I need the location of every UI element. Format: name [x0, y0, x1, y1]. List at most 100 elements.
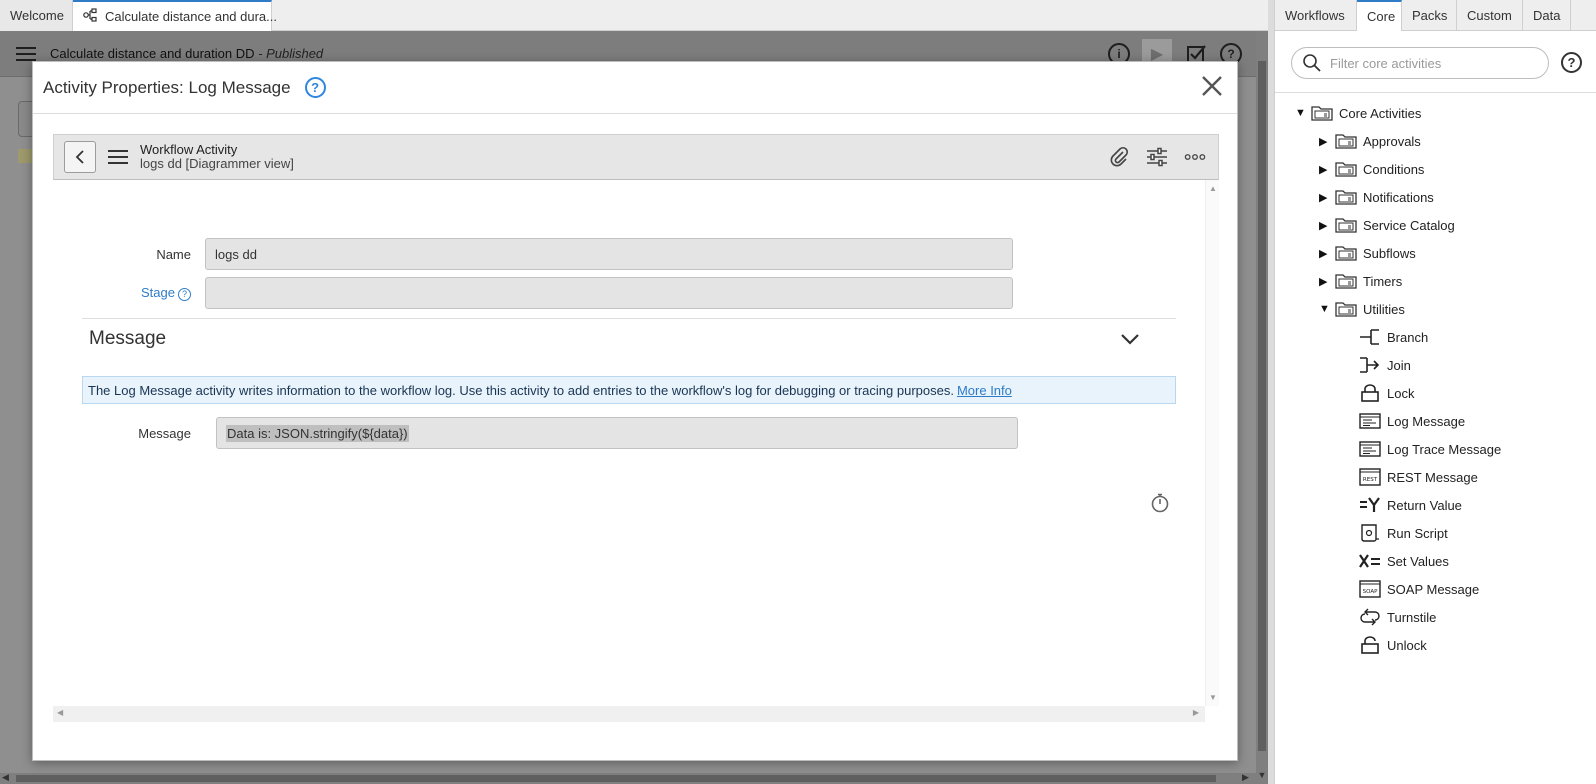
collapsed-arrow-icon[interactable]: ▶: [1319, 135, 1331, 148]
turnstile-icon: [1359, 608, 1381, 626]
form-title: Workflow Activity: [140, 142, 238, 157]
tab-core[interactable]: Core: [1357, 0, 1402, 31]
folder-icon: [1335, 217, 1357, 233]
form-toolbar: [1108, 145, 1206, 169]
tree-folder-subflows[interactable]: ▶ Subflows: [1319, 242, 1416, 264]
activity-set-values[interactable]: Set Values: [1359, 550, 1449, 572]
activity-log-message[interactable]: Log Message: [1359, 410, 1465, 432]
filter-search: [1291, 47, 1549, 79]
workflow-title: Calculate distance and duration DD - Pub…: [50, 46, 324, 61]
name-row: Name logs dd: [53, 238, 1013, 270]
stage-field[interactable]: [205, 277, 1013, 309]
scroll-up-icon[interactable]: ▲: [1209, 184, 1217, 193]
help-icon[interactable]: ?: [304, 77, 326, 98]
activity-join[interactable]: Join: [1359, 354, 1411, 376]
tree-label: Subflows: [1363, 245, 1416, 261]
activity-turnstile[interactable]: Turnstile: [1359, 606, 1436, 628]
tab-custom[interactable]: Custom: [1457, 0, 1523, 31]
log-trace-icon: [1359, 440, 1381, 458]
svg-text:REST: REST: [1363, 477, 1378, 483]
activity-branch[interactable]: Branch: [1359, 326, 1428, 348]
form-menu-icon[interactable]: [108, 146, 128, 168]
tree-folder-notifications[interactable]: ▶ Notifications: [1319, 186, 1434, 208]
stage-label[interactable]: Stage?: [53, 285, 205, 301]
tree-folder-approvals[interactable]: ▶ Approvals: [1319, 130, 1421, 152]
activity-rest-message[interactable]: REST REST Message: [1359, 466, 1478, 488]
form-vertical-scrollbar[interactable]: ▲ ▼: [1205, 180, 1219, 706]
join-icon: [1359, 356, 1381, 374]
tab-packs[interactable]: Packs: [1402, 0, 1457, 31]
activity-soap-message[interactable]: SOAP SOAP Message: [1359, 578, 1479, 600]
canvas-vertical-scrollbar[interactable]: ▼: [1256, 31, 1268, 784]
form-titles: Workflow Activity logs dd [Diagrammer vi…: [140, 143, 294, 171]
collapsed-arrow-icon[interactable]: ▶: [1319, 247, 1331, 260]
activity-log-trace-message[interactable]: Log Trace Message: [1359, 438, 1501, 460]
collapsed-arrow-icon[interactable]: ▶: [1319, 219, 1331, 232]
info-message: The Log Message activity writes informat…: [82, 376, 1176, 404]
activities-panel: Workflows Core Packs Custom Data ? ▼ Cor…: [1274, 0, 1596, 784]
close-icon[interactable]: [1201, 70, 1223, 102]
scroll-right-icon[interactable]: ▶: [1242, 772, 1249, 783]
search-icon: [1302, 53, 1322, 73]
timer-icon[interactable]: [1149, 492, 1171, 514]
stage-row: Stage?: [53, 277, 1013, 309]
activity-lock[interactable]: Lock: [1359, 382, 1414, 404]
tree-folder-timers[interactable]: ▶ Timers: [1319, 270, 1402, 292]
folder-icon: [1335, 133, 1357, 149]
chevron-down-icon[interactable]: [1117, 326, 1143, 352]
soap-icon: SOAP: [1359, 580, 1381, 598]
canvas-horizontal-scrollbar[interactable]: ◀ ▶: [0, 772, 1256, 784]
scroll-down-icon[interactable]: ▼: [1256, 770, 1268, 780]
personalize-form-icon[interactable]: [1146, 145, 1168, 169]
form-subtitle: logs dd [Diagrammer view]: [140, 156, 294, 171]
set-values-icon: [1359, 552, 1381, 570]
scroll-right-icon[interactable]: ▶: [1193, 708, 1199, 717]
folder-icon: [1335, 301, 1357, 317]
svg-text:SOAP: SOAP: [1363, 589, 1378, 595]
folder-icon: [1335, 161, 1357, 177]
more-options-icon[interactable]: [1184, 145, 1206, 169]
attachment-icon[interactable]: [1108, 145, 1130, 169]
name-label: Name: [156, 246, 191, 262]
tab-label: Calculate distance and dura...: [105, 9, 277, 24]
help-icon[interactable]: ?: [1561, 52, 1582, 73]
more-info-link[interactable]: More Info: [957, 383, 1012, 398]
message-field[interactable]: Data is: JSON.stringify(${data}): [216, 417, 1018, 449]
expanded-arrow-icon[interactable]: ▼: [1319, 303, 1331, 315]
panel-tab-bar: Workflows Core Packs Custom Data: [1275, 0, 1596, 31]
dialog-header: Activity Properties: Log Message ?: [33, 62, 1237, 114]
tree-folder-conditions[interactable]: ▶ Conditions: [1319, 158, 1424, 180]
scroll-down-icon[interactable]: ▼: [1209, 693, 1217, 702]
collapsed-arrow-icon[interactable]: ▶: [1319, 163, 1331, 176]
tree-root-core-activities[interactable]: ▼ Core Activities: [1295, 102, 1421, 124]
panel-divider: [1275, 92, 1596, 93]
collapsed-arrow-icon[interactable]: ▶: [1319, 191, 1331, 204]
activity-run-script[interactable]: Run Script: [1359, 522, 1448, 544]
folder-icon: [1311, 105, 1333, 121]
collapsed-arrow-icon[interactable]: ▶: [1319, 275, 1331, 288]
message-row: Message Data is: JSON.stringify(${data}): [53, 417, 1018, 449]
tab-workflow[interactable]: Calculate distance and dura...: [73, 0, 277, 31]
search-input[interactable]: [1328, 54, 1538, 72]
tree-label: Timers: [1363, 273, 1403, 289]
tree-folder-service-catalog[interactable]: ▶ Service Catalog: [1319, 214, 1455, 236]
form-horizontal-scrollbar[interactable]: ◀ ▶: [53, 706, 1205, 722]
tab-workflows[interactable]: Workflows: [1275, 0, 1357, 31]
tab-label: Welcome: [10, 8, 64, 23]
scroll-left-icon[interactable]: ◀: [57, 708, 63, 717]
name-field[interactable]: logs dd: [205, 238, 1013, 270]
scrollbar-thumb[interactable]: [16, 775, 1216, 782]
tab-welcome[interactable]: Welcome: [0, 0, 73, 31]
back-button[interactable]: [64, 141, 96, 173]
tab-data[interactable]: Data: [1523, 0, 1571, 31]
stage-help-icon[interactable]: ?: [178, 287, 191, 301]
activity-return-value[interactable]: Return Value: [1359, 494, 1462, 516]
expanded-arrow-icon[interactable]: ▼: [1295, 107, 1307, 119]
form-header: Workflow Activity logs dd [Diagrammer vi…: [53, 134, 1219, 180]
tree-folder-utilities[interactable]: ▼ Utilities: [1319, 298, 1405, 320]
scroll-left-icon[interactable]: ◀: [2, 772, 9, 783]
scrollbar-thumb[interactable]: [1258, 61, 1266, 751]
branch-icon: [1359, 328, 1381, 346]
activity-unlock[interactable]: Unlock: [1359, 634, 1427, 656]
message-label: Message: [138, 425, 191, 441]
